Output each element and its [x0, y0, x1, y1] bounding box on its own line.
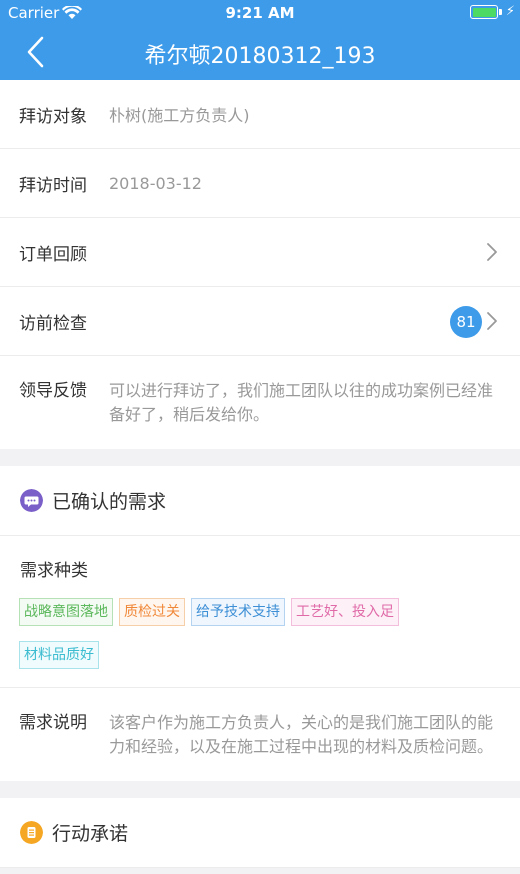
actions-card: 行动承诺: [0, 798, 520, 868]
back-button[interactable]: [24, 36, 48, 68]
leader-feedback-value: 可以进行拜访了，我们施工团队以往的成功案例已经准备好了，稍后发给你。: [109, 381, 494, 424]
battery-tip: [499, 9, 502, 15]
visit-time-value: 2018-03-12: [109, 173, 202, 193]
chevron-right-icon: [487, 312, 497, 330]
app-header: Carrier 9:21 AM ⚡ 希尔顿20180312_193: [0, 0, 520, 80]
leader-feedback-row: 领导反馈 可以进行拜访了，我们施工团队以往的成功案例已经准备好了，稍后发给你。: [0, 356, 520, 449]
requirements-title: 已确认的需求: [52, 491, 167, 513]
visit-time-row: 拜访时间 2018-03-12: [0, 149, 520, 218]
actions-header: 行动承诺: [0, 798, 520, 868]
order-review-label: 订单回顾: [19, 244, 87, 265]
status-time: 9:21 AM: [225, 4, 295, 22]
requirement-tag[interactable]: 给予技术支持: [191, 598, 285, 626]
actions-title: 行动承诺: [52, 823, 129, 845]
visit-info-card: 拜访对象 朴树(施工方负责人) 拜访时间 2018-03-12 订单回顾 访前检…: [0, 80, 520, 449]
status-bar: Carrier 9:21 AM ⚡: [0, 0, 520, 28]
requirement-tag[interactable]: 工艺好、投入足: [291, 598, 399, 626]
requirement-tags: 战略意图落地 质检过关 给予技术支持 工艺好、投入足 材料品质好: [0, 592, 470, 684]
requirement-desc-row: 需求说明 该客户作为施工方负责人，关心的是我们施工团队的能力和经验，以及在施工过…: [0, 688, 520, 781]
visit-target-label: 拜访对象: [19, 106, 87, 127]
leader-feedback-label: 领导反馈: [19, 381, 87, 401]
requirement-desc-label: 需求说明: [19, 713, 87, 733]
chevron-right-icon: [487, 243, 497, 261]
charging-icon: ⚡: [505, 4, 515, 19]
content: 拜访对象 朴树(施工方负责人) 拜访时间 2018-03-12 订单回顾 访前检…: [0, 80, 520, 868]
requirements-card: 已确认的需求 需求种类 战略意图落地 质检过关 给予技术支持 工艺好、投入足 材…: [0, 466, 520, 781]
precheck-count-badge: 81: [450, 306, 482, 338]
requirement-desc-value: 该客户作为施工方负责人，关心的是我们施工团队的能力和经验，以及在施工过程中出现的…: [109, 713, 494, 756]
battery-icon: [470, 5, 498, 19]
requirement-tag[interactable]: 材料品质好: [19, 641, 99, 669]
visit-time-label: 拜访时间: [19, 175, 87, 196]
requirement-tag[interactable]: 质检过关: [119, 598, 185, 626]
visit-target-value: 朴树(施工方负责人): [109, 106, 250, 125]
visit-target-row: 拜访对象 朴树(施工方负责人): [0, 80, 520, 149]
precheck-row[interactable]: 访前检查 81: [0, 287, 520, 356]
order-review-row[interactable]: 订单回顾: [0, 218, 520, 287]
requirements-header: 已确认的需求: [0, 466, 520, 536]
list-icon: [20, 821, 43, 844]
chat-bubble-icon: [20, 489, 43, 512]
requirement-tag[interactable]: 战略意图落地: [19, 598, 113, 626]
precheck-label: 访前检查: [19, 313, 87, 334]
requirement-kind-label: 需求种类: [20, 561, 88, 581]
page-title: 希尔顿20180312_193: [144, 44, 376, 69]
